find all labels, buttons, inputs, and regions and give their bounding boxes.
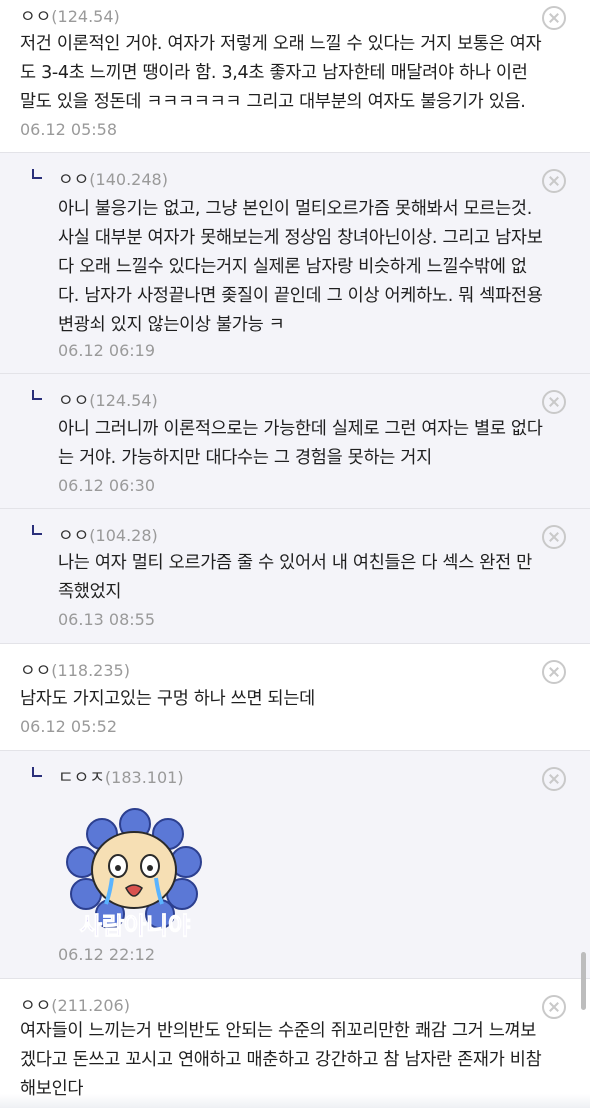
- sticker-caption: 사람아니야: [80, 912, 190, 940]
- delete-comment-icon[interactable]: [542, 525, 566, 549]
- reply-item: ㅇㅇ(140.248) 아니 불응기는 없고, 그냥 본인이 멀티오르가즘 못해…: [0, 153, 590, 374]
- comment-item: ㅇㅇ(211.206) 여자들이 느끼는거 반의반도 안되는 수준의 쥐꼬리만한…: [0, 979, 590, 1108]
- author-ip: (140.248): [89, 170, 168, 189]
- comment-body: 저건 이론적인 거야. 여자가 저렇게 오래 느낄 수 있다는 거지 보통은 여…: [20, 34, 542, 112]
- comment-author: ㅇㅇ(140.248): [58, 165, 168, 190]
- reply-item: ㅇㅇ(124.54) 아니 그러니까 이론적으로는 가능한데 실제로 그런 여자…: [0, 374, 590, 509]
- reply-arrow-icon: [32, 169, 42, 179]
- author-nick: ㄷㅇㅈ: [58, 768, 105, 788]
- comment-body: 남자도 가지고있는 구멍 하나 쓰면 되는데: [20, 689, 315, 709]
- comment-date: 06.12 06:30: [58, 476, 155, 495]
- comment-author: ㄷㅇㅈ(183.101): [58, 763, 184, 788]
- author-ip: (118.235): [51, 661, 130, 680]
- author-nick: ㅇㅇ: [58, 391, 90, 411]
- delete-comment-icon[interactable]: [542, 660, 566, 684]
- author-nick: ㅇㅇ: [58, 526, 90, 546]
- delete-comment-icon[interactable]: [542, 6, 566, 30]
- reply-arrow-icon: [32, 767, 42, 777]
- comment-author: ㅇㅇ(124.54): [20, 2, 120, 27]
- comment-date: 06.12 05:52: [20, 717, 117, 736]
- author-ip: (124.54): [51, 7, 120, 26]
- reply-arrow-icon: [32, 390, 42, 400]
- author-nick: ㅇㅇ: [20, 996, 52, 1016]
- comment-item: ㅇㅇ(124.54) 저건 이론적인 거야. 여자가 저렇게 오래 느낄 수 있…: [0, 0, 590, 153]
- comment-date: 06.13 08:55: [58, 610, 155, 629]
- comment-author: ㅇㅇ(104.28): [58, 521, 158, 546]
- face: [91, 831, 177, 909]
- comment-author: ㅇㅇ(124.54): [58, 386, 158, 411]
- author-nick: ㅇㅇ: [20, 7, 52, 27]
- comment-author: ㅇㅇ(211.206): [20, 991, 130, 1016]
- comment-body: 여자들이 느끼는거 반의반도 안되는 수준의 쥐꼬리만한 쾌감 그거 느껴보 겠…: [20, 1021, 542, 1099]
- reply-arrow-icon: [32, 525, 42, 535]
- author-ip: (211.206): [51, 996, 130, 1015]
- bottom-fade: [0, 1094, 590, 1108]
- author-ip: (183.101): [104, 768, 184, 787]
- delete-comment-icon[interactable]: [542, 767, 566, 791]
- delete-comment-icon[interactable]: [542, 169, 566, 193]
- scrollbar-thumb[interactable]: [581, 952, 586, 1010]
- author-ip: (104.28): [89, 526, 158, 545]
- comment-author: ㅇㅇ(118.235): [20, 656, 130, 681]
- delete-comment-icon[interactable]: [542, 995, 566, 1019]
- comment-body: 나는 여자 멀티 오르가즘 줄 수 있어서 내 여친들은 다 섹스 완전 만 족…: [58, 553, 532, 602]
- author-nick: ㅇㅇ: [58, 170, 90, 190]
- reply-item: ㅇㅇ(104.28) 나는 여자 멀티 오르가즘 줄 수 있어서 내 여친들은 …: [0, 509, 590, 644]
- crying-sticker-image: 사람아니야: [66, 808, 202, 941]
- delete-comment-icon[interactable]: [542, 390, 566, 414]
- author-ip: (124.54): [89, 391, 158, 410]
- comment-date: 06.12 05:58: [20, 120, 117, 139]
- comment-item: ㅇㅇ(118.235) 남자도 가지고있는 구멍 하나 쓰면 되는데 06.12…: [0, 644, 590, 751]
- comment-date: 06.12 06:19: [58, 341, 155, 360]
- comment-body: 아니 불응기는 없고, 그냥 본인이 멀티오르가즘 못해봐서 모르는것. 사실 …: [58, 199, 543, 335]
- comment-date: 06.12 22:12: [58, 945, 155, 964]
- comment-body: 아니 그러니까 이론적으로는 가능한데 실제로 그런 여자는 별로 없다 는 거…: [58, 419, 543, 468]
- author-nick: ㅇㅇ: [20, 661, 52, 681]
